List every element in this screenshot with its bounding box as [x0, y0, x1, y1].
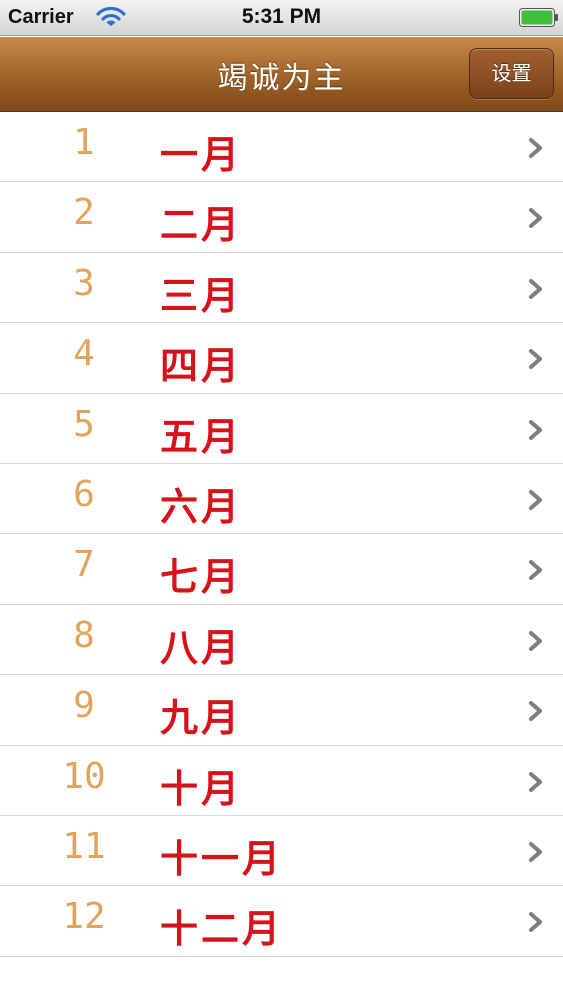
chevron-right-icon	[529, 489, 542, 510]
battery-icon	[519, 8, 558, 27]
status-time: 5:31 PM	[241, 5, 322, 28]
month-label: 三月	[160, 273, 243, 318]
list-item-month-4[interactable]: 4 四月	[0, 323, 563, 394]
navigation-bar: 竭诚为主 设置	[0, 37, 563, 112]
chevron-right-icon	[529, 841, 542, 862]
month-number: 5	[73, 403, 95, 445]
list-item-month-1[interactable]: 1 一月	[0, 112, 563, 183]
month-number: 9	[73, 685, 95, 727]
chevron-right-icon	[529, 349, 542, 370]
list-item-month-6[interactable]: 6 六月	[0, 463, 563, 535]
month-number: 3	[73, 262, 95, 304]
month-label: 十月	[160, 766, 243, 811]
month-label: 五月	[160, 414, 243, 459]
chevron-right-icon	[529, 701, 542, 722]
month-label: 七月	[160, 555, 243, 600]
list-item-month-7[interactable]: 7 七月	[0, 534, 563, 605]
chevron-right-icon	[529, 771, 542, 792]
list-item-month-5[interactable]: 5 五月	[0, 393, 563, 464]
chevron-right-icon	[529, 630, 542, 651]
month-label: 十一月	[160, 836, 284, 881]
month-number: 7	[73, 544, 95, 586]
chevron-right-icon	[529, 560, 542, 581]
settings-button[interactable]: 设置	[469, 48, 554, 99]
chevron-right-icon	[529, 208, 542, 229]
month-list: 1 一月 2 二月 3 三月 4 四月 5 五月 6 六月 7 七月 8 八月 9 九月 10 十月 11 十一月 12 十二…	[0, 112, 563, 957]
list-item-month-3[interactable]: 3 三月	[0, 252, 563, 324]
list-item-month-11[interactable]: 11 十一月	[0, 815, 563, 887]
chevron-right-icon	[529, 138, 542, 158]
list-item-month-10[interactable]: 10 十月	[0, 745, 563, 816]
list-item-month-2[interactable]: 2 二月	[0, 182, 563, 253]
month-label: 一月	[160, 133, 243, 177]
month-label: 四月	[160, 344, 243, 389]
chevron-right-icon	[529, 278, 542, 299]
status-bar: Carrier 5:31 PM	[0, 0, 563, 36]
month-number: 10	[62, 755, 106, 797]
month-number: 2	[73, 192, 95, 234]
chevron-right-icon	[529, 419, 542, 440]
month-label: 六月	[160, 484, 243, 529]
month-number: 12	[62, 896, 106, 938]
month-number: 4	[73, 333, 95, 375]
month-label: 八月	[160, 625, 243, 670]
month-number: 8	[73, 614, 95, 656]
month-number: 6	[73, 473, 95, 515]
list-item-month-12[interactable]: 12 十二月	[0, 886, 563, 957]
month-number: 11	[62, 825, 106, 867]
month-label: 十二月	[160, 907, 284, 952]
list-item-month-9[interactable]: 9 九月	[0, 675, 563, 746]
month-number: 1	[73, 122, 95, 163]
month-label: 九月	[160, 696, 243, 741]
list-item-month-8[interactable]: 8 八月	[0, 604, 563, 676]
chevron-right-icon	[529, 912, 542, 933]
month-label: 二月	[160, 203, 243, 248]
